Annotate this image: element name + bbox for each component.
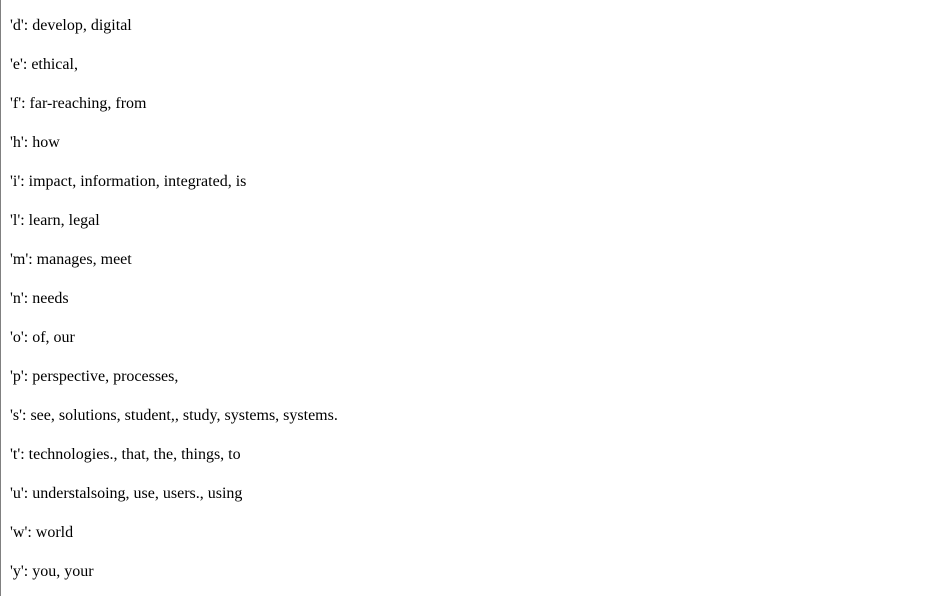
word-index-list: 'd': develop, digital 'e': ethical, 'f':… (10, 15, 338, 596)
index-line-i: 'i': impact, information, integrated, is (10, 173, 247, 190)
page-left-border (0, 0, 1, 596)
index-line-m: 'm': manages, meet (10, 251, 132, 268)
index-line-s: 's': see, solutions, student,, study, sy… (10, 407, 338, 424)
index-line-e: 'e': ethical, (10, 56, 78, 73)
index-line-y: 'y': you, your (10, 563, 94, 580)
index-line-l: 'l': learn, legal (10, 212, 100, 229)
index-line-h: 'h': how (10, 134, 60, 151)
index-line-n: 'n': needs (10, 290, 69, 307)
index-line-t: 't': technologies., that, the, things, t… (10, 446, 241, 463)
index-line-d: 'd': develop, digital (10, 17, 132, 34)
index-line-w: 'w': world (10, 524, 74, 541)
index-line-f: 'f': far-reaching, from (10, 95, 147, 112)
index-line-p: 'p': perspective, processes, (10, 368, 179, 385)
index-line-o: 'o': of, our (10, 329, 75, 346)
index-line-u: 'u': understalsoing, use, users., using (10, 485, 243, 502)
